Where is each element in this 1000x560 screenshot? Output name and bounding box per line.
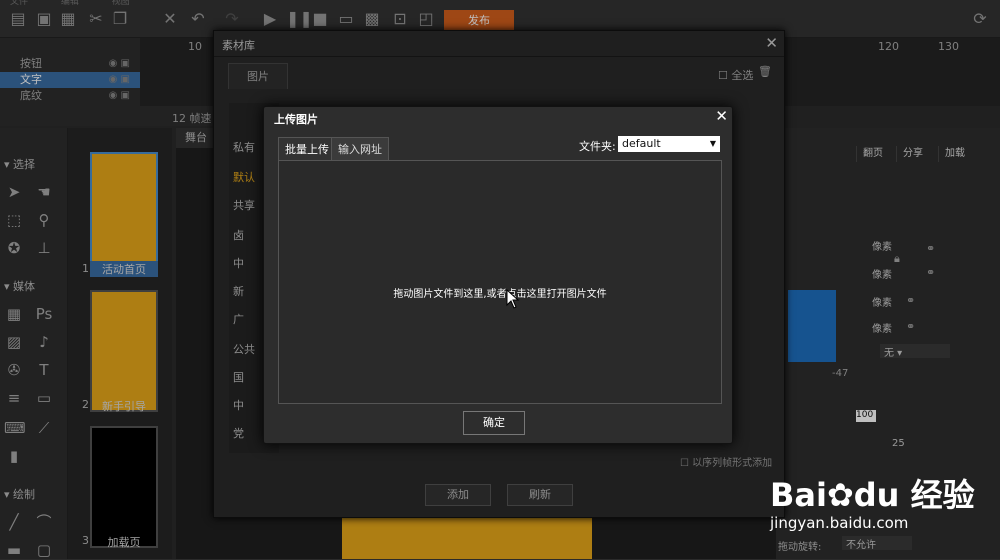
watermark-url: jingyan.baidu.com: [770, 514, 909, 532]
tab-batch-upload[interactable]: 批量上传: [278, 137, 336, 161]
chevron-down-icon: ▼: [709, 139, 716, 148]
file-drop-zone[interactable]: 拖动图片文件到这里,或者点击这里打开图片文件: [278, 160, 722, 404]
mouse-cursor-icon: [506, 289, 520, 309]
drop-zone-hint: 拖动图片文件到这里,或者点击这里打开图片文件: [393, 289, 607, 300]
folder-select-value: default: [622, 137, 661, 150]
baidu-logo: Bai✿du 经验: [770, 476, 975, 514]
confirm-button[interactable]: 确定: [463, 411, 525, 435]
folder-select[interactable]: default ▼: [618, 136, 720, 152]
close-icon[interactable]: ✕: [715, 107, 728, 125]
dialog-title: 上传图片: [274, 113, 318, 126]
folder-label: 文件夹:: [579, 140, 616, 153]
upload-image-dialog: 上传图片 ✕ 批量上传 输入网址 文件夹: default ▼ 拖动图片文件到这…: [263, 106, 733, 444]
tab-enter-url[interactable]: 输入网址: [331, 137, 389, 161]
baidu-watermark: Bai✿du 经验 jingyan.baidu.com: [770, 452, 998, 557]
